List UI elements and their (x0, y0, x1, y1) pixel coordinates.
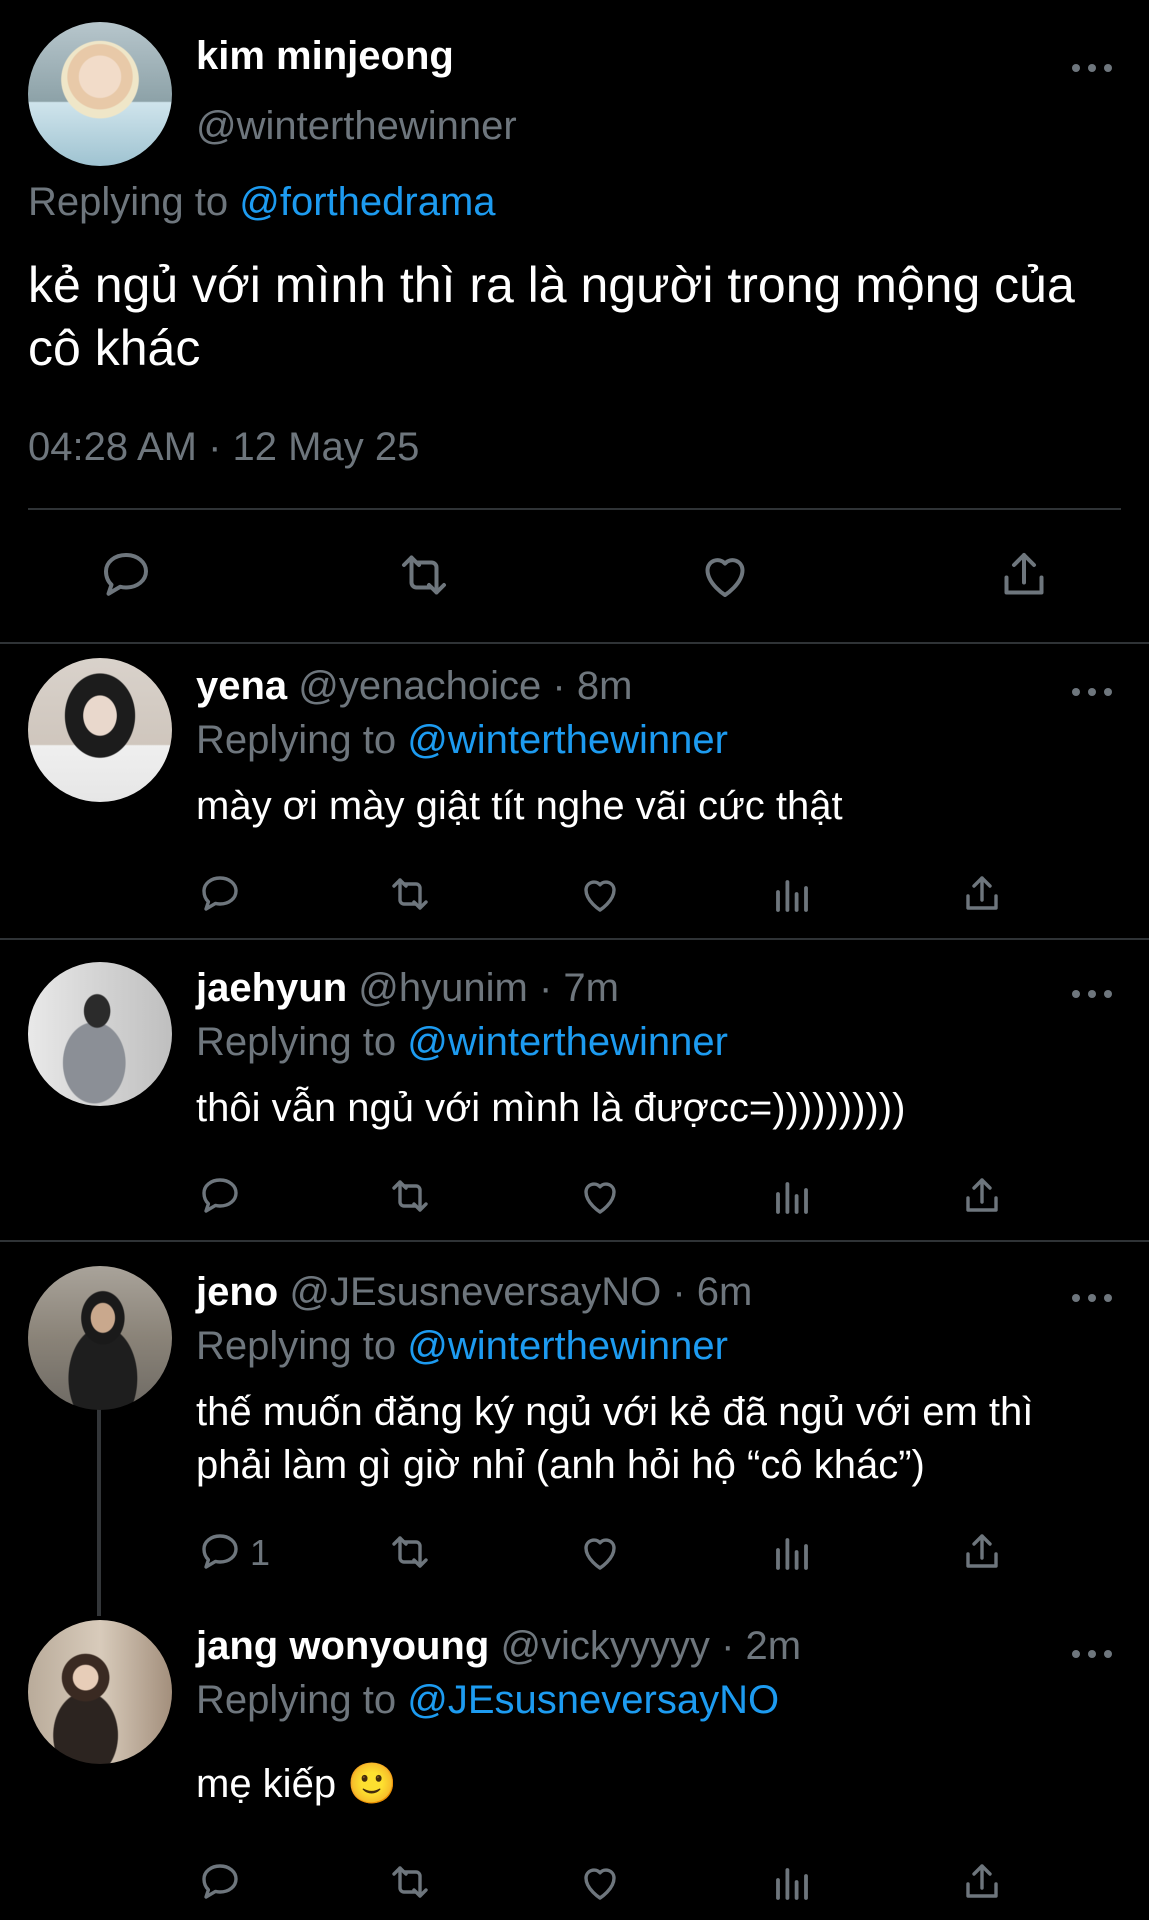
analytics-icon[interactable] (768, 1172, 816, 1220)
comment-icon[interactable] (196, 870, 244, 918)
replying-to: Replying to @winterthewinner (196, 718, 728, 763)
reply-tweet[interactable]: jaehyun @hyunim · 7m Replying to @winter… (0, 940, 1149, 1240)
retweet-icon[interactable] (386, 1858, 434, 1906)
divider (28, 508, 1121, 510)
replying-label: Replying to (28, 180, 229, 224)
retweet-icon[interactable] (394, 545, 454, 605)
avatar[interactable] (28, 1620, 172, 1764)
replying-to-link[interactable]: @forthedrama (239, 180, 495, 224)
tweet-text: kẻ ngủ với mình thì ra là người trong mộ… (28, 257, 1075, 376)
replying-to-link[interactable]: @winterthewinner (407, 718, 728, 762)
comment-icon[interactable] (96, 545, 156, 605)
like-icon[interactable] (576, 1528, 624, 1576)
reply-time: · 2m (721, 1624, 802, 1668)
comment-icon[interactable] (196, 1858, 244, 1906)
author-handle[interactable]: @winterthewinner (196, 104, 517, 149)
share-icon[interactable] (958, 1172, 1006, 1220)
reply-header: jang wonyoung @vickyyyyy · 2m (196, 1624, 801, 1669)
author-name[interactable]: kim minjeong (196, 34, 454, 79)
retweet-icon[interactable] (386, 1172, 434, 1220)
more-options-icon[interactable] (1070, 684, 1114, 700)
like-icon[interactable] (576, 1858, 624, 1906)
reply-time: · 8m (552, 664, 633, 708)
share-icon[interactable] (958, 1528, 1006, 1576)
author-name[interactable]: jeno (196, 1270, 278, 1314)
retweet-icon[interactable] (386, 870, 434, 918)
avatar[interactable] (28, 22, 172, 166)
author-name[interactable]: yena (196, 664, 287, 708)
replying-label: Replying to (196, 1020, 397, 1064)
share-icon[interactable] (994, 545, 1054, 605)
like-icon[interactable] (576, 870, 624, 918)
reply-header: jeno @JEsusneversayNO · 6m (196, 1270, 752, 1315)
replying-to: Replying to @winterthewinner (196, 1020, 728, 1065)
replying-to: Replying to @winterthewinner (196, 1324, 728, 1369)
author-name[interactable]: jaehyun (196, 966, 347, 1010)
analytics-icon[interactable] (768, 870, 816, 918)
retweet-icon[interactable] (386, 1528, 434, 1576)
reply-header: jaehyun @hyunim · 7m (196, 966, 619, 1011)
author-name[interactable]: jang wonyoung (196, 1624, 489, 1668)
avatar[interactable] (28, 962, 172, 1106)
like-icon[interactable] (576, 1172, 624, 1220)
reply-tweet[interactable]: yena @yenachoice · 8m Replying to @winte… (0, 644, 1149, 936)
reply-time: · 6m (672, 1270, 753, 1314)
author-handle[interactable]: @vickyyyyy (500, 1624, 710, 1668)
comment-icon[interactable] (196, 1528, 244, 1576)
reply-text: thế muốn đăng ký ngủ với kẻ đã ngủ với e… (196, 1390, 1034, 1487)
avatar[interactable] (28, 658, 172, 802)
more-options-icon[interactable] (1070, 1290, 1114, 1306)
replying-label: Replying to (196, 718, 397, 762)
reply-text: mẹ kiếp 🙂 (196, 1762, 397, 1806)
reply-count: 1 (250, 1532, 271, 1573)
analytics-icon[interactable] (768, 1528, 816, 1576)
comment-icon[interactable] (196, 1172, 244, 1220)
main-tweet: kim minjeong @winterthewinner Replying t… (0, 0, 1149, 640)
author-handle[interactable]: @yenachoice (298, 664, 541, 708)
replying-to-link[interactable]: @winterthewinner (407, 1324, 728, 1368)
analytics-icon[interactable] (768, 1858, 816, 1906)
more-options-icon[interactable] (1070, 1646, 1114, 1662)
replying-to-link[interactable]: @JEsusneversayNO (407, 1678, 779, 1722)
share-icon[interactable] (958, 870, 1006, 918)
replying-label: Replying to (196, 1324, 397, 1368)
tweet-timestamp: 04:28 AM · 12 May 25 (28, 425, 420, 469)
like-icon[interactable] (695, 545, 755, 605)
reply-tweet[interactable]: jang wonyoung @vickyyyyy · 2m Replying t… (0, 1610, 1149, 1920)
reply-time: · 7m (538, 966, 619, 1010)
reply-text: mày ơi mày giật tít nghe vãi cức thật (196, 784, 843, 828)
reply-text: thôi vẫn ngủ với mình là đượcc=)))))))))… (196, 1086, 906, 1130)
more-options-icon[interactable] (1070, 60, 1114, 76)
replying-label: Replying to (196, 1678, 397, 1722)
author-handle[interactable]: @JEsusneversayNO (289, 1270, 661, 1314)
share-icon[interactable] (958, 1858, 1006, 1906)
replying-to: Replying to @JEsusneversayNO (196, 1678, 779, 1723)
avatar[interactable] (28, 1266, 172, 1410)
replying-to: Replying to @forthedrama (28, 180, 496, 225)
author-handle[interactable]: @hyunim (358, 966, 528, 1010)
reply-tweet[interactable]: jeno @JEsusneversayNO · 6m Replying to @… (0, 1242, 1149, 1573)
reply-header: yena @yenachoice · 8m (196, 664, 632, 709)
replying-to-link[interactable]: @winterthewinner (407, 1020, 728, 1064)
more-options-icon[interactable] (1070, 986, 1114, 1002)
